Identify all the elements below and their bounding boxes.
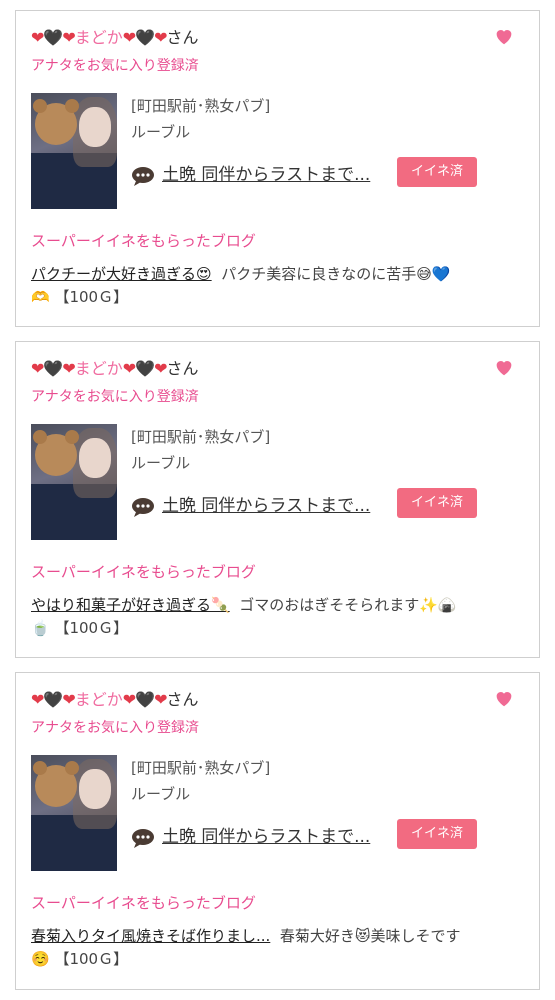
cast-name-text: まどか xyxy=(74,690,123,709)
blog-title-link[interactable]: パクチーが大好き過ぎる😍 xyxy=(31,265,212,283)
honorific: さん xyxy=(166,359,199,378)
speech-bubble-icon xyxy=(132,498,154,517)
name-suffix-emoji: ❤🖤❤ xyxy=(122,28,168,47)
points-badge: 【100Ｇ】 xyxy=(54,288,129,306)
blog-section-heading: スーパーイイネをもらったブログ xyxy=(31,563,256,581)
name-prefix-emoji: ❤🖤❤ xyxy=(31,359,76,378)
name-suffix-emoji: ❤🖤❤ xyxy=(122,359,168,378)
favorite-status: アナタをお気に入り登録済 xyxy=(31,389,199,405)
shop-area: [町田駅前･熟女パブ] xyxy=(131,428,271,446)
cast-name[interactable]: ❤🖤❤まどか❤🖤❤さん xyxy=(31,358,199,380)
cast-name-text: まどか xyxy=(74,28,123,47)
shop-area: [町田駅前･熟女パブ] xyxy=(131,759,271,777)
heart-icon[interactable] xyxy=(493,356,515,378)
name-prefix-emoji: ❤🖤❤ xyxy=(31,28,76,47)
blog-section-heading: スーパーイイネをもらったブログ xyxy=(31,232,256,250)
favorite-status: アナタをお気に入り登録済 xyxy=(31,58,199,74)
points-badge: 【100Ｇ】 xyxy=(54,950,129,968)
shop-name: ルーブル xyxy=(131,454,191,472)
heart-icon[interactable] xyxy=(493,25,515,47)
favorite-card: ❤🖤❤まどか❤🖤❤さん アナタをお気に入り登録済 [町田駅前･熟女パブ] ルーブ… xyxy=(15,10,540,327)
honorific: さん xyxy=(166,28,199,47)
speech-bubble-icon xyxy=(132,167,154,186)
favorite-card: ❤🖤❤まどか❤🖤❤さん アナタをお気に入り登録済 [町田駅前･熟女パブ] ルーブ… xyxy=(15,672,540,990)
cast-photo[interactable] xyxy=(31,93,117,209)
shop-area: [町田駅前･熟女パブ] xyxy=(131,97,271,115)
blog-entry: パクチーが大好き過ぎる😍 パクチ美容に良きなのに苦手😅💙🫶 【100Ｇ】 xyxy=(31,263,511,309)
blog-section-heading: スーパーイイネをもらったブログ xyxy=(31,894,256,912)
iine-done-button[interactable]: イイネ済 xyxy=(397,819,477,849)
name-suffix-emoji: ❤🖤❤ xyxy=(122,690,168,709)
favorite-card: ❤🖤❤まどか❤🖤❤さん アナタをお気に入り登録済 [町田駅前･熟女パブ] ルーブ… xyxy=(15,341,540,658)
schedule-message-link[interactable]: 土晩 同伴からラストまで... xyxy=(162,822,370,847)
iine-done-button[interactable]: イイネ済 xyxy=(397,488,477,518)
schedule-message-link[interactable]: 土晩 同伴からラストまで... xyxy=(162,160,370,185)
points-badge: 【100Ｇ】 xyxy=(54,619,129,637)
cast-photo[interactable] xyxy=(31,424,117,540)
blog-title-link[interactable]: やはり和菓子が好き過ぎる🍡 xyxy=(31,596,230,614)
cast-name[interactable]: ❤🖤❤まどか❤🖤❤さん xyxy=(31,689,199,711)
cast-name-text: まどか xyxy=(74,359,123,378)
name-prefix-emoji: ❤🖤❤ xyxy=(31,690,76,709)
cast-photo[interactable] xyxy=(31,755,117,871)
heart-icon[interactable] xyxy=(493,687,515,709)
shop-name: ルーブル xyxy=(131,123,191,141)
honorific: さん xyxy=(166,690,199,709)
shop-name: ルーブル xyxy=(131,785,191,803)
blog-title-link[interactable]: 春菊入りタイ風焼きそば作りまし... xyxy=(31,927,270,945)
blog-entry: 春菊入りタイ風焼きそば作りまし... 春菊大好き😻美味しそです☺️ 【100Ｇ】 xyxy=(31,925,511,971)
cast-name[interactable]: ❤🖤❤まどか❤🖤❤さん xyxy=(31,27,199,49)
iine-done-button[interactable]: イイネ済 xyxy=(397,157,477,187)
favorite-status: アナタをお気に入り登録済 xyxy=(31,720,199,736)
speech-bubble-icon xyxy=(132,829,154,848)
schedule-message-link[interactable]: 土晩 同伴からラストまで... xyxy=(162,491,370,516)
blog-entry: やはり和菓子が好き過ぎる🍡 ゴマのおはぎそそられます✨🍙🍵 【100Ｇ】 xyxy=(31,594,511,640)
